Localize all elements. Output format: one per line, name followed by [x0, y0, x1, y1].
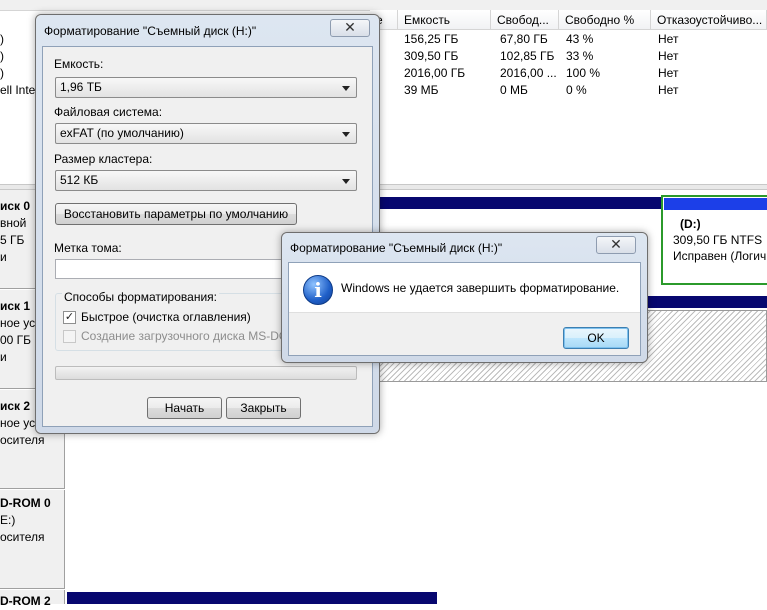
volume-free: 67,80 ГБ — [500, 32, 548, 46]
volume-fault-tolerance: Нет — [658, 83, 679, 97]
partition-d-status: Исправен (Логич — [673, 249, 767, 263]
cluster-size-label: Размер кластера: — [54, 152, 153, 166]
filesystem-value: exFAT (по умолчанию) — [60, 126, 184, 140]
error-message: Windows не удается завершить форматирова… — [341, 281, 620, 295]
volume-capacity: 39 МБ — [404, 83, 439, 97]
volume-free-pct: 0 % — [566, 83, 587, 97]
column-header-fault-tolerance[interactable]: Отказоустойчиво... — [651, 10, 767, 30]
ok-button[interactable]: OK — [563, 327, 629, 349]
error-dialog-title: Форматирование "Съемный диск (H:)" — [290, 241, 503, 255]
disk-name: D-ROM 0 — [0, 496, 51, 510]
volume-free-pct: 100 % — [566, 66, 601, 80]
close-icon: ✕ — [344, 19, 356, 35]
msdos-boot-label[interactable]: Создание загрузочного диска MS-DOS — [81, 329, 296, 343]
quick-format-checkbox[interactable]: ✓ — [63, 311, 76, 324]
start-button[interactable]: Начать — [147, 397, 222, 419]
disk-label-cdrom0[interactable]: D-ROM 0 E:) осителя — [0, 490, 65, 589]
volume-fault-tolerance: Нет — [658, 66, 679, 80]
volume-name[interactable]: ) — [0, 48, 4, 65]
volume-name[interactable]: ) — [0, 65, 4, 82]
column-header-capacity[interactable]: Емкость — [398, 10, 491, 30]
volume-capacity: 156,25 ГБ — [404, 32, 459, 46]
partition-d[interactable]: (D:) 309,50 ГБ NTFS Исправен (Логич — [661, 195, 767, 285]
info-icon: i — [303, 275, 333, 305]
capacity-value: 1,96 ТБ — [60, 80, 102, 94]
volume-fault-tolerance: Нет — [658, 32, 679, 46]
format-dialog-title: Форматирование "Съемный диск (H:)" — [44, 24, 257, 38]
chevron-down-icon — [342, 86, 350, 91]
volume-fault-tolerance: Нет — [658, 49, 679, 63]
volume-free-pct: 33 % — [566, 49, 594, 63]
chevron-down-icon — [342, 132, 350, 137]
column-header-free-pct[interactable]: Свободно % — [559, 10, 651, 30]
disk-type: E:) — [0, 513, 16, 527]
volume-capacity: 2016,00 ГБ — [404, 66, 466, 80]
error-dialog: Форматирование "Съемный диск (H:)" ✕ i W… — [281, 232, 648, 363]
cluster-size-select[interactable]: 512 КБ — [55, 170, 357, 191]
disk-label-cdrom2[interactable]: D-ROM 2 — [0, 590, 65, 608]
volume-label-label: Метка тома: — [54, 241, 122, 255]
quick-format-label[interactable]: Быстрое (очистка оглавления) — [81, 310, 251, 324]
partition-bar[interactable] — [378, 197, 662, 209]
restore-defaults-button[interactable]: Восстановить параметры по умолчанию — [55, 203, 297, 225]
capacity-label: Емкость: — [54, 57, 104, 71]
close-button[interactable]: Закрыть — [226, 397, 301, 419]
disk-status: осителя — [0, 433, 45, 447]
disk-name: D-ROM 2 — [0, 594, 51, 608]
volume-free: 0 МБ — [500, 83, 528, 97]
error-dialog-client: i Windows не удается завершить форматиро… — [288, 262, 641, 356]
filesystem-select[interactable]: exFAT (по умолчанию) — [55, 123, 357, 144]
disk-status: осителя — [0, 530, 45, 544]
partition-d-bar — [664, 198, 767, 210]
partition-d-title: (D:) — [680, 217, 701, 231]
close-icon: ✕ — [610, 236, 622, 252]
chevron-down-icon — [342, 179, 350, 184]
format-dialog: Форматирование "Съемный диск (H:)" ✕ Емк… — [35, 14, 380, 434]
capacity-select[interactable]: 1,96 ТБ — [55, 77, 357, 98]
volume-name[interactable]: ell Inter — [0, 82, 39, 99]
column-header-free[interactable]: Свобод... — [491, 10, 559, 30]
volume-free-pct: 43 % — [566, 32, 594, 46]
msdos-boot-checkbox[interactable] — [63, 330, 76, 343]
volume-capacity: 309,50 ГБ — [404, 49, 459, 63]
volume-name[interactable]: ) — [0, 31, 4, 48]
error-dialog-close-button[interactable]: ✕ — [596, 236, 636, 254]
partition-bar[interactable] — [67, 592, 437, 604]
format-dialog-close-button[interactable]: ✕ — [330, 19, 370, 37]
volume-free: 2016,00 ... — [500, 66, 557, 80]
filesystem-label: Файловая система: — [54, 105, 163, 119]
partition-d-size: 309,50 ГБ NTFS — [673, 233, 763, 247]
desktop: { "volume_table": { "headers": ["е", "Ем… — [0, 0, 767, 608]
cluster-size-value: 512 КБ — [60, 173, 99, 187]
volume-free: 102,85 ГБ — [500, 49, 555, 63]
format-progress-bar — [55, 366, 357, 380]
format-methods-label: Способы форматирования: — [62, 290, 219, 304]
